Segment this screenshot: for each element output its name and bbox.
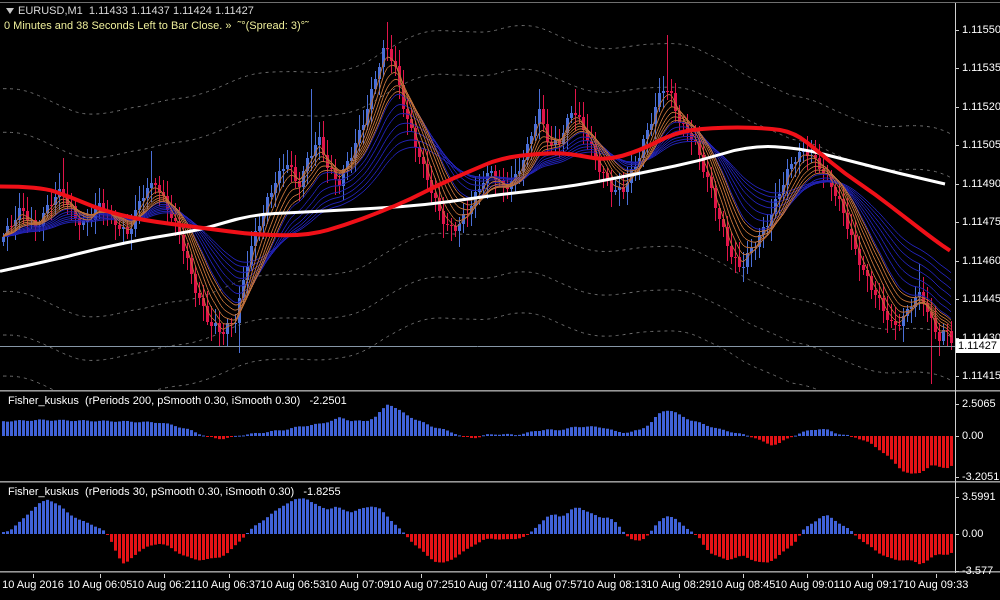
symbol-ohlc-line: EURUSD,M1 1.11433 1.11437 1.11424 1.1142…: [6, 5, 254, 17]
symbol-marker-icon: [6, 8, 14, 14]
ohlc-high: 1.11437: [130, 5, 170, 17]
price-axis-label: 1.11535: [962, 62, 1000, 74]
axis-tick: [955, 404, 959, 405]
panel-separator[interactable]: [0, 571, 1000, 573]
panel-separator[interactable]: [0, 390, 1000, 392]
price-axis-label: 1.11550: [962, 24, 1000, 36]
time-axis-label: 10 Aug 06:05: [67, 579, 133, 591]
axis-tick: [955, 477, 959, 478]
price-axis-label: 1.11505: [962, 139, 1000, 151]
price-axis-label: 1.11520: [962, 101, 1000, 113]
time-axis-label: 10 Aug 07:09: [324, 579, 390, 591]
axis-tick: [936, 574, 937, 578]
axis-tick: [33, 574, 34, 578]
axis-tick: [679, 574, 680, 578]
bar-timer-text: 0 Minutes and 38 Seconds Left to Bar Clo…: [4, 20, 309, 32]
axis-tick: [614, 574, 615, 578]
indicator-scale-label: -3.2051: [962, 471, 1000, 483]
price-axis-label: 1.11490: [962, 178, 1000, 190]
price-axis-label: 1.11415: [962, 370, 1000, 382]
indicator-scale-label: 0.00: [962, 528, 984, 540]
axis-tick: [955, 436, 959, 437]
time-axis-label: 10 Aug 08:45: [710, 579, 776, 591]
axis-tick: [955, 376, 959, 377]
price-axis-label: 1.11460: [962, 255, 1000, 267]
current-price-box: 1.11427: [956, 339, 1000, 353]
indicator-scale-label: 3.5991: [962, 491, 996, 503]
axis-tick: [872, 574, 873, 578]
axis-tick: [229, 574, 230, 578]
price-axis-label: 1.11445: [962, 293, 1000, 305]
time-axis-label: 10 Aug 06:37: [196, 579, 262, 591]
time-axis-label: 10 Aug 09:17: [839, 579, 905, 591]
time-axis-label: 10 Aug 2016: [2, 579, 64, 591]
axis-tick: [955, 571, 959, 572]
panel-separator[interactable]: [0, 481, 1000, 483]
axis-tick: [955, 145, 959, 146]
time-axis-label: 10 Aug 06:53: [260, 579, 326, 591]
axis-tick: [955, 184, 959, 185]
chart-window: EURUSD,M1 1.11433 1.11437 1.11424 1.1142…: [0, 0, 1000, 600]
axis-tick: [955, 107, 959, 108]
time-axis-label: 10 Aug 07:57: [517, 579, 583, 591]
time-axis-label: 10 Aug 06:21: [131, 579, 197, 591]
price-axis-border: [955, 3, 956, 573]
axis-tick: [421, 574, 422, 578]
time-axis-label: 10 Aug 08:13: [581, 579, 647, 591]
fisher200-panel-title: Fisher_kuskus (rPeriods 200, pSmooth 0.3…: [8, 395, 347, 407]
time-axis[interactable]: 10 Aug 2016 10 Aug 06:05 10 Aug 06:21 10 Au…: [0, 574, 1000, 600]
time-axis-label: 10 Aug 07:41: [453, 579, 519, 591]
time-axis-label: 10 Aug 09:33: [903, 579, 969, 591]
ohlc-open: 1.11433: [88, 5, 128, 17]
main-chart-canvas[interactable]: [0, 3, 955, 391]
indicator-scale-label: 2.5065: [962, 398, 996, 410]
symbol-label: EURUSD,M1: [18, 5, 83, 17]
axis-tick: [807, 574, 808, 578]
axis-tick: [955, 497, 959, 498]
axis-tick: [743, 574, 744, 578]
axis-tick: [100, 574, 101, 578]
axis-tick: [164, 574, 165, 578]
price-axis-label: 1.11475: [962, 216, 1000, 228]
ohlc-low: 1.11424: [172, 5, 212, 17]
axis-tick: [357, 574, 358, 578]
axis-tick: [293, 574, 294, 578]
time-axis-label: 10 Aug 07:25: [389, 579, 454, 591]
axis-tick: [550, 574, 551, 578]
axis-tick: [955, 261, 959, 262]
time-axis-label: 10 Aug 08:29: [646, 579, 712, 591]
axis-tick: [955, 68, 959, 69]
axis-tick: [486, 574, 487, 578]
indicator-scale-label: 0.00: [962, 430, 984, 442]
axis-tick: [955, 222, 959, 223]
ohlc-close: 1.11427: [214, 5, 254, 17]
axis-tick: [955, 30, 959, 31]
axis-tick: [955, 534, 959, 535]
axis-tick: [955, 338, 959, 339]
axis-tick: [955, 299, 959, 300]
fisher30-panel-title: Fisher_kuskus (rPeriods 30, pSmooth 0.30…: [8, 486, 341, 498]
time-axis-label: 10 Aug 09:01: [774, 579, 840, 591]
